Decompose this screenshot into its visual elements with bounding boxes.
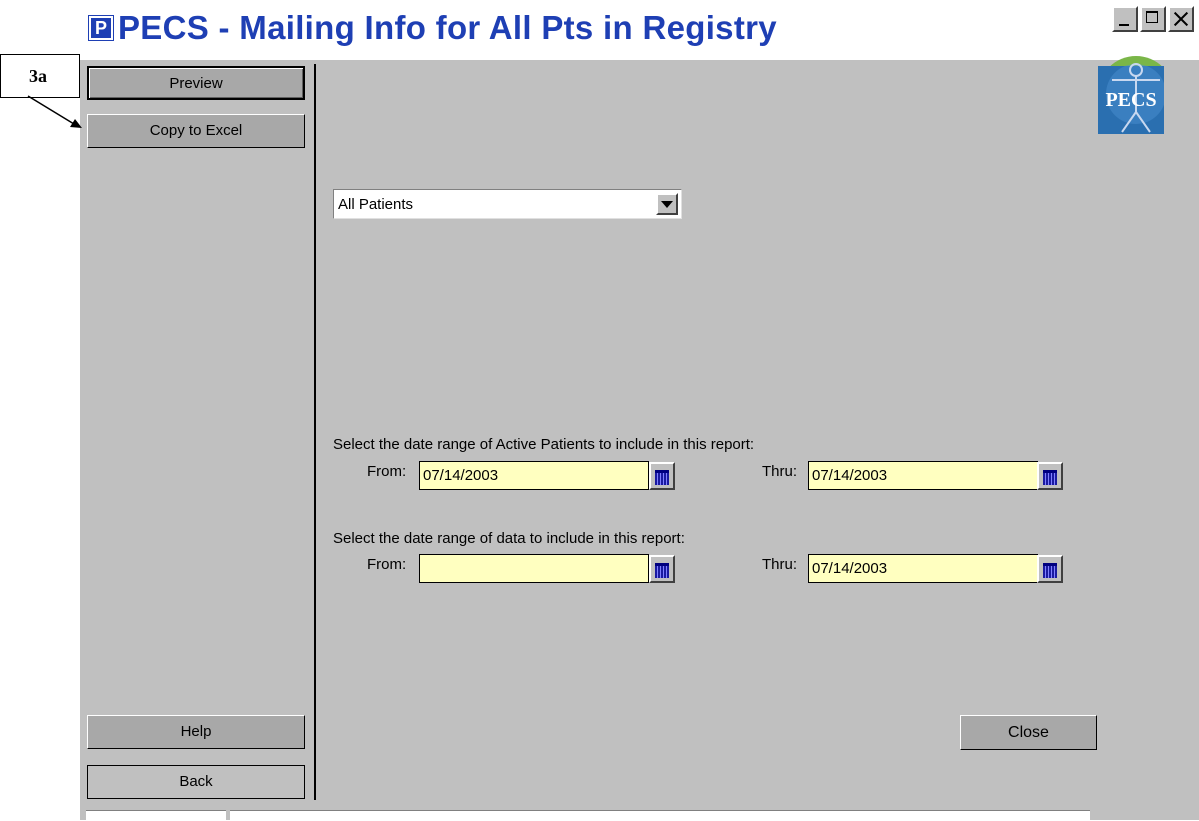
copy-to-excel-button[interactable]: Copy to Excel — [87, 114, 305, 148]
window-title: PECS - Mailing Info for All Pts in Regis… — [118, 9, 777, 46]
data-range-prompt: Select the date range of data to include… — [333, 530, 685, 547]
maximize-button[interactable] — [1140, 6, 1166, 32]
preview-button[interactable]: Preview — [87, 66, 305, 100]
logo-text: PECS — [1105, 89, 1156, 111]
active-thru-date-field[interactable]: 07/14/2003 — [808, 461, 1038, 490]
chevron-down-icon[interactable] — [656, 193, 678, 215]
help-button[interactable]: Help — [87, 715, 305, 749]
active-from-label: From: — [367, 463, 407, 480]
calendar-icon[interactable] — [1037, 462, 1063, 490]
active-thru-label: Thru: — [762, 463, 798, 480]
bottom-status-strip — [80, 806, 1199, 821]
minimize-button[interactable] — [1112, 6, 1138, 32]
title-bar[interactable]: P PECS - Mailing Info for All Pts in Reg… — [80, 0, 1199, 60]
status-segment — [86, 810, 226, 821]
calendar-icon[interactable] — [1037, 555, 1063, 583]
status-segment — [230, 810, 1090, 821]
data-from-date-field[interactable] — [419, 554, 649, 583]
data-thru-label: Thru: — [762, 556, 798, 573]
patient-filter-value: All Patients — [338, 196, 414, 213]
patient-filter-dropdown[interactable]: All Patients — [333, 189, 682, 219]
data-thru-date-field[interactable]: 07/14/2003 — [808, 554, 1038, 583]
close-window-button[interactable] — [1168, 6, 1194, 32]
close-button[interactable]: Close — [960, 715, 1097, 750]
sidebar-divider — [314, 64, 316, 800]
calendar-icon[interactable] — [649, 462, 675, 490]
pecs-logo: PECS — [1098, 56, 1164, 134]
calendar-icon[interactable] — [649, 555, 675, 583]
active-range-prompt: Select the date range of Active Patients… — [333, 436, 755, 453]
data-from-label: From: — [367, 556, 407, 573]
back-button[interactable]: Back — [87, 765, 305, 799]
active-from-date-field[interactable]: 07/14/2003 — [419, 461, 649, 490]
